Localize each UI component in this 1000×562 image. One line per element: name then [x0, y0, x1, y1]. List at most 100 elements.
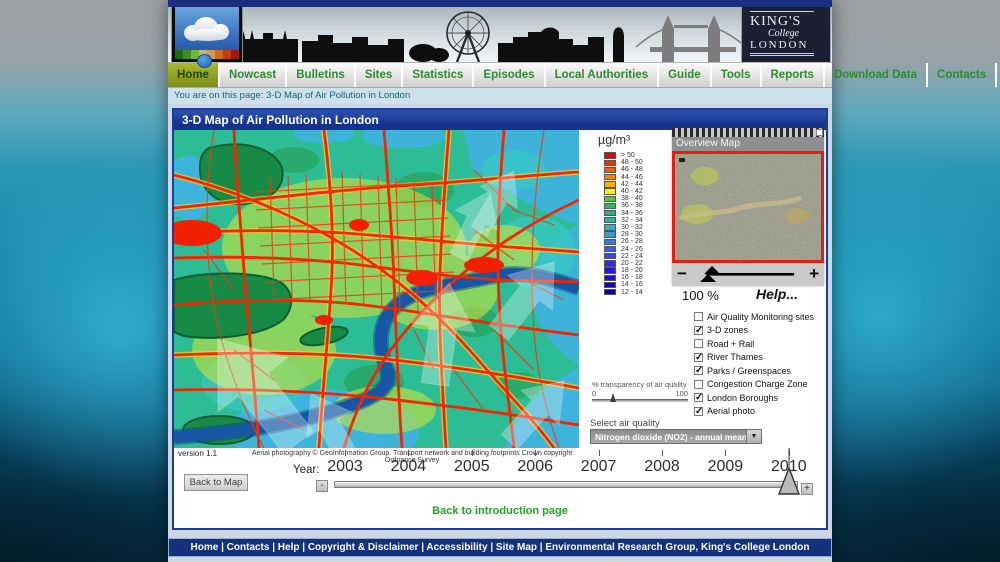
zoom-percent-label: 100 %	[682, 288, 719, 303]
year-2003[interactable]: 2003	[313, 458, 377, 476]
cloud-icon	[184, 17, 230, 41]
nav-item-contacts[interactable]: Contacts	[928, 63, 997, 87]
back-to-map-button[interactable]: Back to Map	[184, 474, 248, 491]
checkbox-icon[interactable]: ✓	[694, 407, 703, 416]
year-2006[interactable]: 2006	[503, 458, 567, 476]
overview-map-title: Overview Map	[672, 137, 824, 151]
legend-value: 40 - 42	[621, 188, 643, 195]
legend-entry: 14 - 16	[604, 281, 643, 288]
help-link[interactable]: Help...	[756, 286, 798, 302]
year-2008[interactable]: 2008	[630, 458, 694, 476]
legend-value: 46 - 48	[621, 166, 643, 173]
layer-label: Aerial photo	[707, 406, 755, 416]
nav-item-local-authorities[interactable]: Local Authorities	[546, 63, 660, 87]
legend-swatch	[604, 282, 616, 288]
nav-item-bulletins[interactable]: Bulletins	[287, 63, 356, 87]
legend-swatch	[604, 174, 616, 180]
breadcrumb-text: You are on this page: 3-D Map of Air Pol…	[174, 90, 410, 101]
year-tick	[662, 450, 663, 456]
pollution-map[interactable]	[174, 130, 579, 448]
nav-item-download-data[interactable]: Download Data	[825, 63, 928, 87]
layer-toggle-air-quality-monitoring-sites[interactable]: Air Quality Monitoring sites	[694, 310, 814, 324]
page-title: 3-D Map of Air Pollution in London	[174, 110, 826, 130]
legend-entry: 48 - 50	[604, 159, 643, 166]
layer-toggle-parks-greenspaces[interactable]: ✓Parks / Greenspaces	[694, 364, 814, 378]
transparency-scale: 0 100	[592, 389, 688, 398]
pollutant-dropdown[interactable]: Nitrogen dioxide (NO2) - annual mean ▼	[590, 429, 762, 444]
layer-label: London Boroughs	[707, 393, 778, 403]
nav-item-home[interactable]: Home	[168, 63, 220, 87]
legend-entry: 12 - 14	[604, 289, 643, 296]
year-2007[interactable]: 2007	[567, 458, 631, 476]
scale-segment	[183, 50, 191, 59]
layer-toggle-3-d-zones[interactable]: ✓3-D zones	[694, 324, 814, 338]
checkbox-icon[interactable]: ✓	[694, 366, 703, 375]
legend-value: 36 - 38	[621, 202, 643, 209]
legend-value: 42 - 44	[621, 181, 643, 188]
zoom-in-button[interactable]: +	[809, 264, 819, 284]
checkbox-icon[interactable]	[694, 380, 703, 389]
zoom-slider[interactable]	[691, 265, 805, 283]
layer-toggle-congestion-charge-zone[interactable]: Congestion Charge Zone	[694, 378, 814, 392]
nav-item-guide[interactable]: Guide	[659, 63, 712, 87]
site-header: KING'S College LONDON	[168, 7, 832, 62]
footer-links[interactable]: Home | Contacts | Help | Copyright & Dis…	[191, 542, 810, 553]
checkbox-icon[interactable]	[694, 339, 703, 348]
scale-segment	[231, 50, 239, 59]
nav-item-nowcast[interactable]: Nowcast	[220, 63, 287, 87]
dropdown-arrow-icon[interactable]: ▼	[747, 429, 762, 444]
legend-swatch	[604, 203, 616, 209]
checkbox-icon[interactable]	[694, 312, 703, 321]
layer-toggle-aerial-photo[interactable]: ✓ Aerial photo	[694, 405, 814, 419]
legend-swatch	[604, 231, 616, 237]
panel-minimize-button[interactable]	[816, 129, 823, 136]
legend-value: 38 - 40	[621, 195, 643, 202]
year-2005[interactable]: 2005	[440, 458, 504, 476]
aerial-thumbnail-graphic	[675, 154, 821, 260]
nav-item-tools[interactable]: Tools	[712, 63, 762, 87]
overview-map-thumbnail[interactable]	[672, 151, 824, 263]
legend-value: 16 - 18	[621, 274, 643, 281]
year-2009[interactable]: 2009	[693, 458, 757, 476]
legend-entry: 34 - 36	[604, 210, 643, 217]
kings-college-logo[interactable]: KING'S College LONDON	[742, 7, 830, 62]
transparency-slider-handle[interactable]	[610, 393, 616, 402]
header-top-bar	[168, 0, 832, 7]
checkbox-icon[interactable]: ✓	[694, 326, 703, 335]
layer-toggle-river-thames[interactable]: ✓River Thames	[694, 351, 814, 365]
panel-drag-handle[interactable]	[672, 128, 824, 137]
legend-value: 14 - 16	[621, 281, 643, 288]
legend-entry: > 50	[604, 152, 643, 159]
legend-value: 34 - 36	[621, 210, 643, 217]
legend-value: 30 - 32	[621, 224, 643, 231]
nav-item-statistics[interactable]: Statistics	[403, 63, 474, 87]
legend-swatch	[604, 260, 616, 266]
year-step-back-button[interactable]: -	[316, 480, 328, 492]
layer-toggle-london-boroughs[interactable]: ✓ London Boroughs	[694, 391, 814, 405]
year-step-forward-button[interactable]: +	[801, 483, 813, 495]
legend-value: 44 - 46	[621, 174, 643, 181]
year-2004[interactable]: 2004	[376, 458, 440, 476]
layer-checkbox-list: Air Quality Monitoring sites ✓3-D zonesRo…	[694, 310, 814, 418]
desktop-background: KING'S College LONDON HomeNowcastBulleti…	[0, 0, 1000, 562]
legend-swatch	[604, 196, 616, 202]
scale-segment	[215, 50, 223, 59]
legend-entry: 40 - 42	[604, 188, 643, 195]
nav-item-sites[interactable]: Sites	[356, 63, 404, 87]
layer-label: Air Quality Monitoring sites	[707, 312, 814, 322]
layer-toggle-road-rail[interactable]: Road + Rail	[694, 337, 814, 351]
year-slider-handle[interactable]	[777, 448, 801, 496]
transparency-slider[interactable]	[592, 399, 688, 402]
legend: > 5048 - 5046 - 4844 - 4642 - 4440 - 423…	[604, 152, 643, 296]
checkbox-icon[interactable]: ✓	[694, 353, 703, 362]
nav-item-reports[interactable]: Reports	[762, 63, 825, 87]
back-to-introduction-link[interactable]: Back to introduction page	[174, 505, 826, 517]
legend-swatch	[604, 267, 616, 273]
nav-item-episodes[interactable]: Episodes	[474, 63, 545, 87]
zoom-out-button[interactable]: −	[677, 264, 687, 284]
legend-entry: 46 - 48	[604, 166, 643, 173]
browser-page: KING'S College LONDON HomeNowcastBulleti…	[168, 0, 832, 562]
year-slider-track[interactable]	[334, 481, 798, 488]
pollutant-select-label: Select air quality	[590, 418, 660, 429]
checkbox-icon[interactable]: ✓	[694, 393, 703, 402]
